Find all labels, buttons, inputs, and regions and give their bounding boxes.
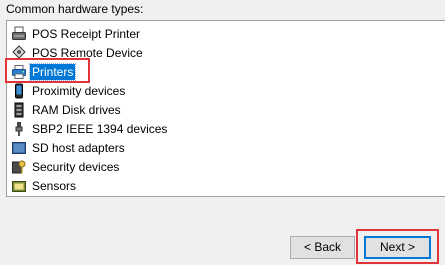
ieee1394-icon: [11, 121, 27, 137]
list-item-pos-receipt-printer[interactable]: POS Receipt Printer: [11, 24, 142, 43]
back-button[interactable]: < Back: [290, 236, 355, 259]
list-item-proximity-devices[interactable]: Proximity devices: [11, 81, 127, 100]
sd-adapter-icon: [11, 140, 27, 156]
remote-device-icon: [11, 44, 27, 61]
proximity-device-icon: [11, 83, 27, 99]
list-item-ram-disk-drives[interactable]: RAM Disk drives: [11, 100, 123, 119]
sensor-icon: [11, 178, 27, 194]
printer-icon: [11, 64, 27, 80]
list-item-sensors[interactable]: Sensors: [11, 176, 78, 195]
security-device-icon: [11, 159, 27, 175]
receipt-printer-icon: [11, 26, 27, 42]
list-item-sbp2-ieee-1394-devices[interactable]: SBP2 IEEE 1394 devices: [11, 119, 169, 138]
list-item-sd-host-adapters[interactable]: SD host adapters: [11, 138, 127, 157]
list-item-security-devices[interactable]: Security devices: [11, 157, 121, 176]
ram-disk-icon: [11, 102, 27, 118]
section-label: Common hardware types:: [6, 2, 144, 16]
hardware-types-listbox[interactable]: POS Receipt Printer POS Remote Device Pr…: [6, 20, 445, 197]
next-button[interactable]: Next >: [364, 236, 431, 259]
list-item-printers[interactable]: Printers: [11, 62, 77, 81]
list-item-pos-remote-device[interactable]: POS Remote Device: [11, 43, 145, 62]
